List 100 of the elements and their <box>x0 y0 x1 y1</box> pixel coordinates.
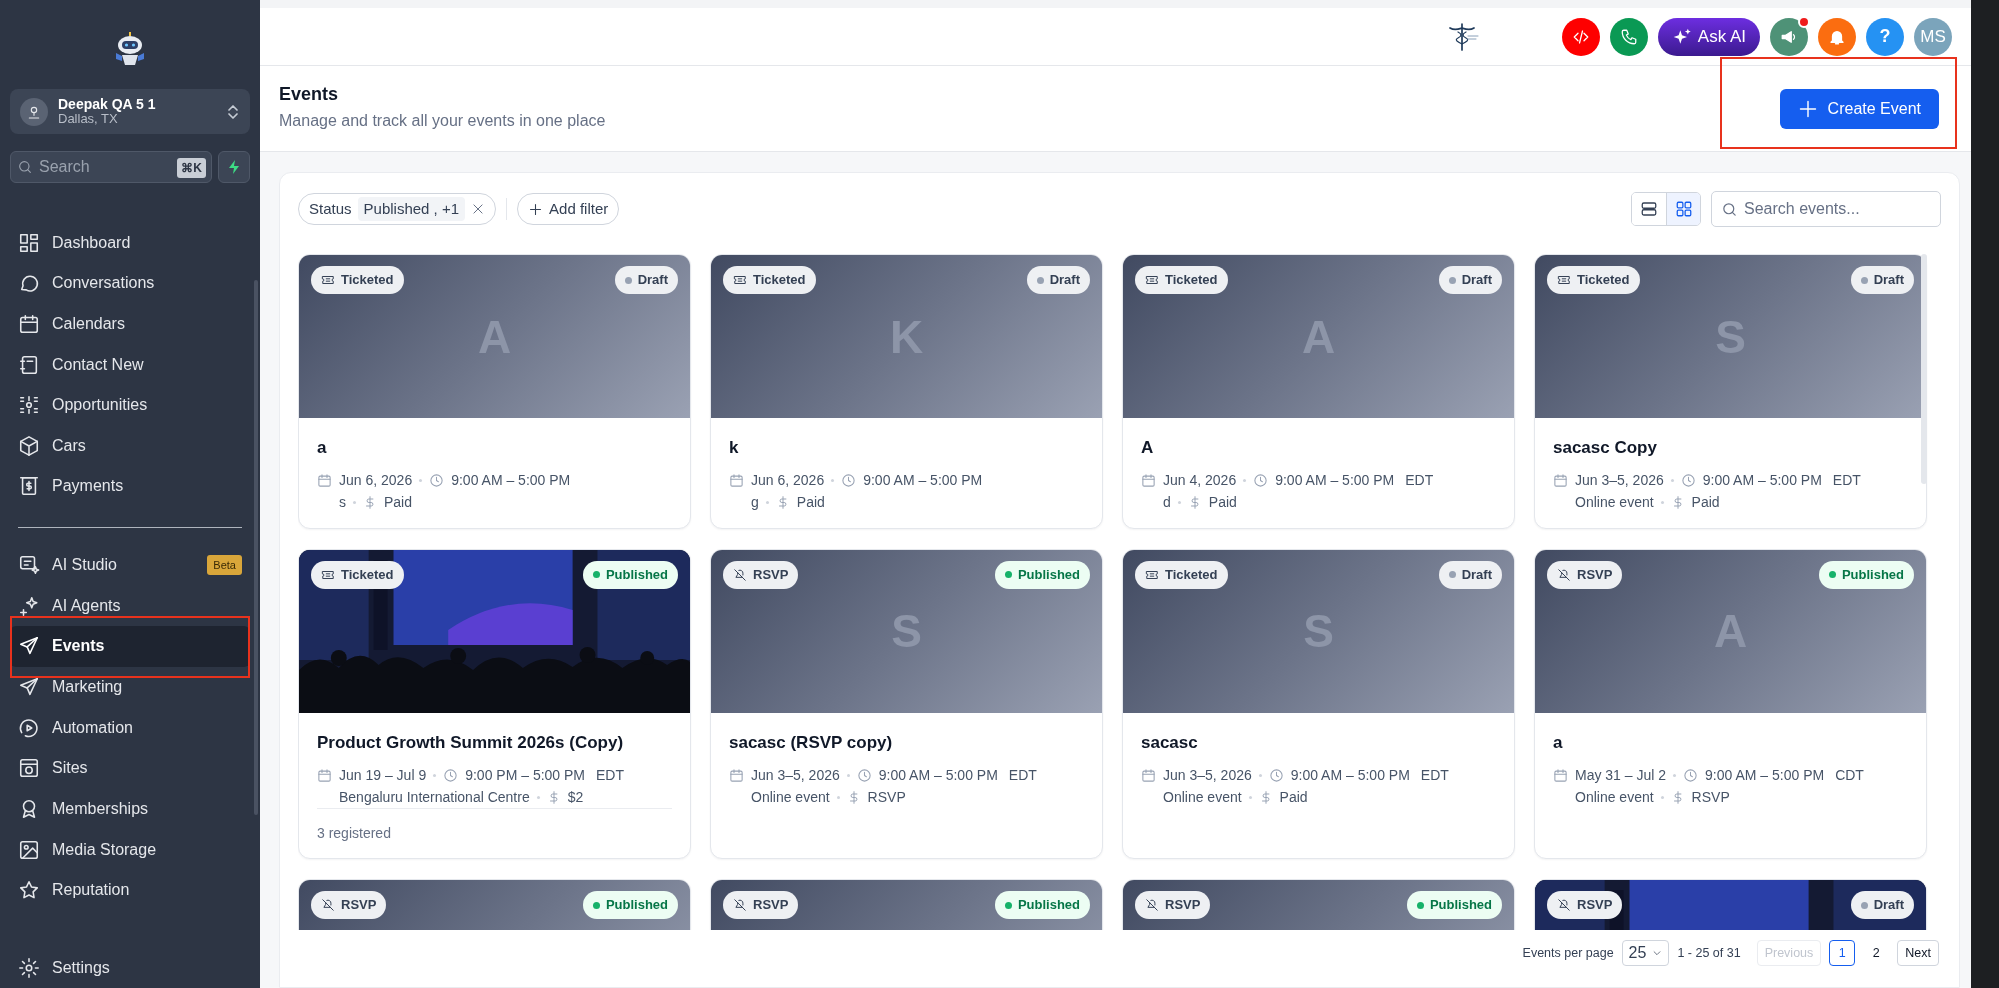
rows-icon <box>1640 200 1658 218</box>
event-price: Paid <box>1691 493 1720 512</box>
sidebar-item[interactable]: Settings <box>10 947 250 988</box>
sidebar-item[interactable]: AI Studio Beta <box>10 544 250 586</box>
scrollbar[interactable] <box>1921 254 1927 484</box>
event-card[interactable]: RSVP Published <box>298 879 691 930</box>
event-title: A <box>1141 437 1155 459</box>
cube-icon <box>18 434 40 457</box>
code-icon <box>1571 27 1590 46</box>
sidebar-item[interactable]: Contact New <box>10 344 250 385</box>
status-tag: Draft <box>1850 266 1914 294</box>
ask-ai-button[interactable]: Ask AI <box>1657 17 1760 56</box>
slashed-bell-icon <box>733 898 747 912</box>
event-date: Jun 6, 2026 <box>339 471 413 490</box>
sidebar-item[interactable]: Sites <box>10 747 250 789</box>
event-price: $2 <box>567 787 584 807</box>
sidebar-item[interactable]: Calendars <box>10 303 250 345</box>
sidebar-item[interactable]: Reputation <box>10 869 250 911</box>
ticket-icon <box>321 568 335 581</box>
status-tag: Published <box>994 891 1090 919</box>
event-date: Jun 19 – Jul 9 <box>339 765 427 785</box>
sidebar-item[interactable]: Memberships <box>10 788 250 830</box>
clock-icon <box>1253 473 1269 488</box>
notebook-icon <box>18 353 40 376</box>
calendar-icon <box>317 473 332 488</box>
clock-icon <box>429 473 445 488</box>
next-button[interactable]: Next <box>1897 940 1939 966</box>
event-time: 9:00 PM – 5:00 PM <box>465 765 585 785</box>
plus-icon <box>528 201 544 217</box>
calendar-icon <box>729 767 744 783</box>
event-price: Paid <box>1279 787 1308 807</box>
event-date: Jun 6, 2026 <box>751 471 825 490</box>
filter-value: Published , +1 <box>357 196 466 222</box>
calendar-icon <box>1141 767 1156 783</box>
event-time: 9:00 AM – 5:00 PM <box>1702 471 1822 490</box>
phone-button[interactable] <box>1609 17 1648 56</box>
location-switcher[interactable]: Deepak QA 5 1 Dallas, TX <box>10 89 250 135</box>
event-timezone: EDT <box>1405 471 1434 490</box>
notifications-button[interactable] <box>1818 17 1856 56</box>
sidebar-item[interactable]: Dashboard <box>10 222 250 263</box>
event-location: Online event <box>751 787 830 807</box>
image-icon <box>18 838 40 861</box>
event-timezone: EDT <box>596 765 624 785</box>
event-time: 9:00 AM – 5:00 PM <box>863 471 983 490</box>
search-icon <box>1721 201 1738 218</box>
event-time: 9:00 AM – 5:00 PM <box>1290 765 1410 785</box>
play-circle-icon <box>18 716 40 739</box>
status-tag: Draft <box>614 266 678 294</box>
browser-window-icon <box>18 757 40 780</box>
quick-action-button[interactable] <box>218 151 250 184</box>
announcements-button[interactable] <box>1770 17 1808 56</box>
sidebar-item[interactable]: Media Storage <box>10 829 250 870</box>
sidebar-item[interactable]: Opportunities <box>10 384 250 426</box>
sidebar-item[interactable]: Automation <box>10 707 250 748</box>
sidebar-item[interactable]: Conversations <box>10 262 250 304</box>
event-date: May 31 – Jul 2 <box>1575 765 1667 785</box>
filter-chip[interactable]: Status Published , +1 <box>298 193 497 225</box>
event-location: s <box>339 493 346 512</box>
clock-icon <box>841 473 857 488</box>
grid-icon <box>1674 200 1693 218</box>
event-card[interactable]: RSVP Published <box>1122 879 1515 930</box>
event-card[interactable]: RSVP Published <box>710 879 1103 930</box>
slashed-bell-icon <box>1557 898 1571 912</box>
create-event-button[interactable]: Create Event <box>1779 88 1939 129</box>
event-title: k <box>729 437 740 459</box>
lightning-icon <box>227 159 241 176</box>
sidebar-item[interactable]: Cars <box>10 425 250 467</box>
ticket-icon <box>1145 274 1159 286</box>
sidebar-item[interactable]: Marketing <box>10 666 250 708</box>
shortcut-key: ⌘K <box>177 158 206 179</box>
sidebar-item[interactable]: AI Agents <box>10 585 250 627</box>
type-tag: RSVP <box>1135 891 1211 919</box>
type-tag: RSVP <box>1547 891 1623 919</box>
sidebar-item[interactable]: Payments <box>10 466 250 507</box>
code-button[interactable] <box>1561 17 1600 56</box>
clock-icon <box>443 767 459 783</box>
event-price: Paid <box>796 493 825 512</box>
clock-icon <box>1268 767 1284 783</box>
event-date: Jun 3–5, 2026 <box>1163 765 1252 785</box>
add-filter-button[interactable]: Add filter <box>517 193 620 225</box>
event-card[interactable]: Ticketed Published Product Growth Summit 2026s (Copy) Jun 19 – Jul 9 9:00 PM – 5:00 PM EDT Bengaluru International Centre $2 3 registered <box>298 548 691 859</box>
event-time: 9:00 AM – 5:00 PM <box>1275 471 1395 490</box>
page-button[interactable]: 1 <box>1829 940 1856 966</box>
settings-icon <box>18 956 40 979</box>
calendar-icon <box>317 767 332 783</box>
event-title: sacasc Copy <box>1553 437 1658 459</box>
event-location: Online event <box>1163 787 1242 807</box>
type-tag: Ticketed <box>1135 560 1228 589</box>
calendar-icon <box>1553 767 1568 783</box>
sidebar-item[interactable]: Events <box>10 626 250 667</box>
page-range: 1 - 25 of 31 <box>1677 944 1741 962</box>
event-time: 9:00 AM – 5:00 PM <box>1705 765 1825 785</box>
per-page-label: Events per page <box>1522 944 1614 962</box>
per-page-select[interactable]: 25 <box>1621 940 1670 966</box>
event-date: Jun 4, 2026 <box>1163 471 1237 490</box>
event-date: Jun 3–5, 2026 <box>751 765 840 785</box>
type-tag: RSVP <box>1547 560 1623 589</box>
event-card[interactable]: RSVP Draft <box>1534 879 1927 930</box>
grid-view-button[interactable] <box>1666 193 1700 225</box>
status-tag: Draft <box>1438 266 1502 294</box>
